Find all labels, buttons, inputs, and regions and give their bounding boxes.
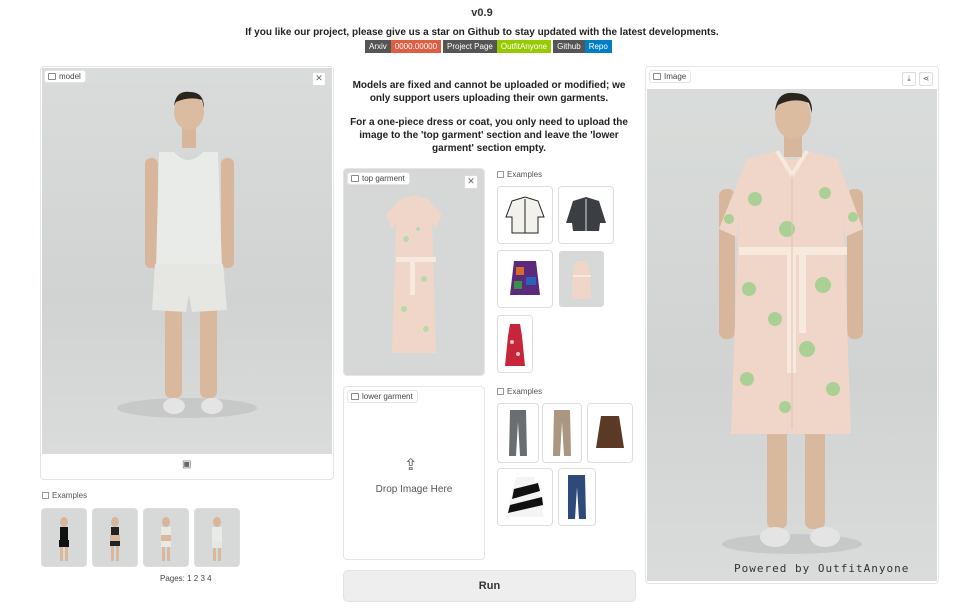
top-example-cardigan-white[interactable] — [497, 186, 553, 244]
download-button[interactable]: ⤓ — [902, 72, 916, 86]
lower-examples-label: Examples — [497, 387, 542, 396]
lower-garment-panel[interactable]: lower garment ⇪ Drop Image Here — [343, 386, 485, 560]
powered-by-watermark: Powered by OutfitAnyone — [734, 562, 910, 575]
models-fixed-notice: Models are fixed and cannot be uploaded … — [352, 80, 626, 104]
app-version: v0.9 — [471, 7, 493, 19]
model-examples-label: Examples — [42, 491, 87, 500]
project-page-badge-label[interactable]: Project Page — [443, 40, 497, 53]
model-example-2[interactable] — [92, 508, 138, 567]
model-example-4[interactable] — [194, 508, 240, 567]
grid-icon — [42, 492, 49, 499]
upload-icon: ⇪ — [404, 457, 418, 474]
output-image-panel: Image ⤓ ⋖ Powered by OutfitAnyone — [645, 66, 939, 584]
share-button[interactable]: ⋖ — [919, 72, 933, 86]
model-examples-pagination[interactable]: Pages: 1 2 3 4 — [160, 574, 212, 583]
lower-example-striped-skirt[interactable] — [497, 468, 553, 526]
top-example-floral-dress[interactable] — [558, 250, 605, 308]
image-icon — [653, 73, 661, 80]
model-example-3[interactable] — [143, 508, 189, 567]
model-photo — [42, 68, 332, 454]
lower-example-jeans[interactable] — [558, 468, 596, 526]
model-example-1[interactable] — [41, 508, 87, 567]
output-photo — [647, 89, 937, 581]
model-source-icon[interactable]: ▣ — [182, 459, 191, 470]
lower-garment-label: lower garment — [347, 390, 418, 403]
output-image-label: Image — [649, 70, 692, 83]
image-icon — [351, 393, 359, 400]
model-image-panel: model ✕ ▣ — [40, 66, 334, 480]
one-piece-instruction: For a one-piece dress or coat, you only … — [350, 117, 628, 154]
top-garment-label: top garment — [347, 172, 410, 185]
top-example-printed-vest[interactable] — [497, 250, 553, 308]
top-example-cardigan-dark[interactable] — [558, 186, 614, 244]
lower-example-leather-skirt[interactable] — [587, 403, 633, 463]
model-clear-button[interactable]: ✕ — [312, 72, 326, 86]
lower-example-grey-trousers[interactable] — [497, 403, 539, 463]
run-button[interactable]: Run — [343, 570, 636, 602]
image-icon — [351, 175, 359, 182]
top-garment-photo — [386, 195, 442, 353]
top-examples-label: Examples — [497, 170, 542, 179]
image-icon — [48, 73, 56, 80]
top-garment-panel[interactable]: top garment ✕ — [343, 168, 485, 376]
arxiv-badge-label[interactable]: Arxiv — [365, 40, 391, 53]
grid-icon — [497, 388, 504, 395]
grid-icon — [497, 171, 504, 178]
model-label: model — [44, 70, 86, 83]
lower-example-khaki-trousers[interactable] — [542, 403, 582, 463]
github-badge-label[interactable]: Github — [553, 40, 585, 53]
star-request-text: If you like our project, please give us … — [245, 27, 719, 38]
badge-row: Arxiv 0000.00000 Project Page OutfitAnyo… — [365, 40, 612, 53]
github-badge-value[interactable]: Repo — [584, 40, 612, 53]
project-page-badge-value[interactable]: OutfitAnyone — [496, 40, 552, 53]
top-garment-clear-button[interactable]: ✕ — [464, 175, 478, 189]
top-example-red-dress[interactable] — [497, 315, 533, 373]
drop-image-prompt[interactable]: Drop Image Here — [344, 484, 484, 495]
arxiv-badge-value[interactable]: 0000.00000 — [390, 40, 442, 53]
